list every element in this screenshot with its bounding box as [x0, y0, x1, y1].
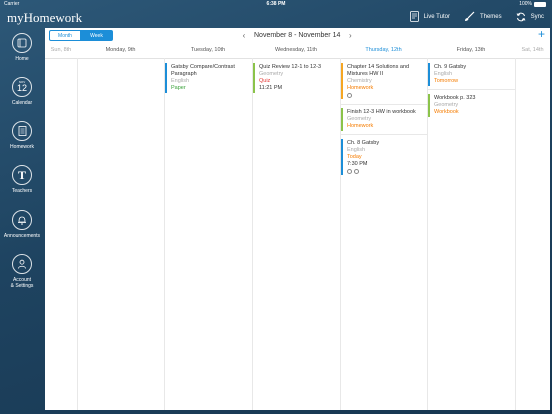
sidebar-item-account[interactable]: Account & Settings	[0, 254, 44, 289]
assignment-time: 7:30 PM	[347, 161, 368, 167]
sidebar-item-label: Home	[15, 56, 29, 62]
clock-icon	[347, 93, 352, 98]
chevron-right-icon[interactable]: ›	[346, 31, 354, 40]
live-tutor-button[interactable]: Live Tutor	[409, 11, 450, 22]
alarm-icon	[354, 169, 359, 174]
day-header-mon[interactable]: Monday, 9th	[77, 47, 164, 57]
top-actions: Live Tutor Themes Sync	[409, 11, 544, 22]
assignment-subject: English	[171, 78, 190, 84]
chevron-left-icon[interactable]: ‹	[240, 31, 248, 40]
calendar-icon: NOV 12	[12, 77, 32, 97]
brush-icon	[464, 11, 475, 21]
assignment-subject: Geometry	[259, 71, 284, 77]
app-title: myHomework	[7, 10, 83, 25]
assignment-subject: Geometry	[434, 102, 459, 108]
sync-button[interactable]: Sync	[516, 12, 544, 22]
assignment-subject: English	[434, 71, 453, 77]
day-header-fri[interactable]: Friday, 13th	[427, 47, 515, 57]
sidebar-item-homework[interactable]: Homework	[0, 121, 44, 150]
status-time: 6:38 PM	[266, 1, 286, 7]
assignment-title: Finish 12-3 HW in workbook	[347, 109, 416, 115]
assignment-card[interactable]: Gatsby Compare/Contrast Paragraph Englis…	[165, 63, 249, 93]
week-range-nav: ‹ November 8 - November 14 ›	[240, 31, 354, 40]
sidebar-item-announcements[interactable]: Announcements	[0, 210, 44, 239]
assignment-card[interactable]: Quiz Review 12-1 to 12-3 Geometry Quiz 1…	[253, 63, 337, 93]
assignment-subject: English	[347, 147, 366, 153]
assignment-card[interactable]: Ch. 9 Gatsby English Tomorrow	[428, 63, 512, 86]
card-divider	[341, 104, 427, 105]
calendar-panel: Month Week ‹ November 8 - November 14 › …	[45, 28, 550, 410]
day-header-sat[interactable]: Sat, 14th	[515, 47, 550, 57]
day-header-sun[interactable]: Sun, 8th	[45, 47, 77, 57]
homework-icon	[12, 121, 32, 141]
assignment-status: Workbook	[434, 109, 459, 115]
assignment-title: Ch. 9 Gatsby	[434, 64, 467, 70]
themes-label: Themes	[479, 13, 502, 20]
assignment-title: Quiz Review 12-1 to 12-3	[259, 64, 322, 70]
top-bar: myHomework Live Tutor Themes Sync	[0, 8, 552, 28]
column-divider	[515, 58, 516, 410]
day-header-thu[interactable]: Thursday, 12th	[340, 47, 427, 57]
assignment-status: Quiz	[259, 78, 271, 84]
sidebar-item-teachers[interactable]: T Teachers	[0, 165, 44, 194]
bell-icon	[12, 210, 32, 230]
assignment-card[interactable]: Chapter 14 Solutions and Mixtures HW II …	[341, 63, 425, 99]
assignment-status: Tomorrow	[434, 78, 459, 84]
add-assignment-button[interactable]: +	[538, 28, 545, 40]
assignment-subject: Geometry	[347, 116, 372, 122]
live-tutor-label: Live Tutor	[423, 13, 450, 20]
assignment-card[interactable]: Ch. 8 Gatsby English Today 7:30 PM	[341, 139, 425, 175]
sidebar-item-calendar[interactable]: NOV 12 Calendar	[0, 77, 44, 106]
column-divider	[252, 58, 253, 410]
week-range-label: November 8 - November 14	[254, 32, 341, 39]
clock-icon	[347, 169, 352, 174]
assignment-title: Gatsby Compare/Contrast Paragraph	[171, 64, 235, 77]
card-divider	[341, 134, 427, 135]
assignment-time: 11:21 PM	[259, 85, 283, 91]
tutor-icon	[409, 11, 419, 22]
view-toggle: Month Week	[49, 30, 113, 41]
assignment-card[interactable]: Finish 12-3 HW in workbook Geometry Home…	[341, 108, 425, 131]
column-divider	[164, 58, 165, 410]
assignment-status: Homework	[347, 123, 374, 129]
sidebar-item-label: Account & Settings	[10, 277, 34, 289]
assignment-title: Chapter 14 Solutions and Mixtures HW II	[347, 64, 410, 77]
column-divider	[77, 58, 78, 410]
themes-button[interactable]: Themes	[464, 11, 502, 22]
status-bar: Carrier 6:38 PM 100%	[0, 0, 552, 8]
home-icon	[12, 33, 32, 53]
assignment-status: Today	[347, 154, 362, 160]
assignment-status: Homework	[347, 85, 374, 91]
sidebar-item-label: Calendar	[11, 100, 33, 106]
assignment-title: Workbook p. 323	[434, 95, 476, 101]
teacher-glyph: T	[17, 167, 26, 182]
battery-icon	[534, 1, 546, 7]
sidebar-item-home[interactable]: Home	[0, 33, 44, 62]
assignment-subject: Chemistry	[347, 78, 372, 84]
header-divider	[45, 58, 550, 59]
sidebar-item-label: Homework	[10, 144, 34, 150]
assignment-card[interactable]: Workbook p. 323 Geometry Workbook	[428, 94, 512, 117]
assignment-title: Ch. 8 Gatsby	[347, 140, 380, 146]
day-header-tue[interactable]: Tuesday, 10th	[164, 47, 252, 57]
teacher-icon: T	[12, 165, 32, 185]
sync-icon	[516, 12, 526, 21]
battery-indicator: 100%	[519, 0, 546, 8]
person-icon	[12, 254, 32, 274]
sidebar-item-label: Announcements	[3, 233, 41, 239]
sidebar-item-label: Teachers	[11, 188, 33, 194]
sync-label: Sync	[530, 13, 544, 20]
day-header-wed[interactable]: Wednesday, 11th	[252, 47, 340, 57]
week-view-button[interactable]: Week	[81, 30, 113, 41]
assignment-status: Paper	[171, 85, 186, 91]
month-view-button[interactable]: Month	[49, 30, 81, 41]
battery-percent: 100%	[519, 1, 532, 7]
calendar-day: 12	[16, 83, 27, 93]
card-divider	[428, 89, 515, 90]
